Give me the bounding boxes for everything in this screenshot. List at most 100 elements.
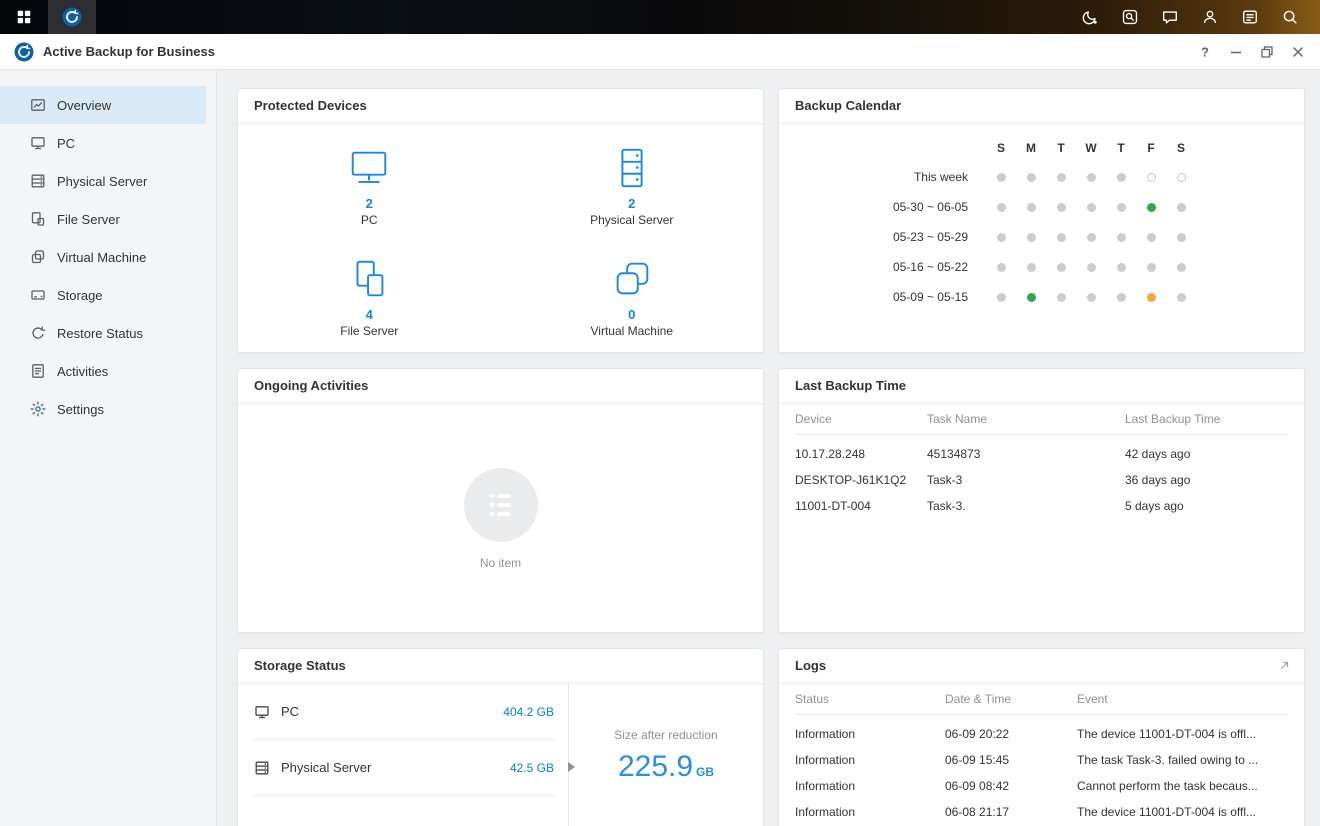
table-cell: 42 days ago <box>1125 447 1288 461</box>
user-button[interactable] <box>1190 0 1230 34</box>
calendar-week-label: This week <box>914 170 968 184</box>
storage-size-link[interactable]: 42.5 GB <box>510 761 554 775</box>
calendar-week-label: 05-30 ~ 06-05 <box>893 200 968 214</box>
widgets-icon <box>1241 8 1259 26</box>
table-cell: The device 11001-DT-004 is offl... <box>1077 805 1288 819</box>
backup-dot-gray <box>1117 293 1126 302</box>
sidebar-item-storage[interactable]: Storage <box>0 276 206 314</box>
table-row[interactable]: 11001-DT-004Task-3.5 days ago <box>795 493 1288 519</box>
sidebar-item-pc[interactable]: PC <box>0 124 206 162</box>
calendar-dot-cell <box>1166 263 1196 272</box>
table-row[interactable]: Information06-09 20:22The device 11001-D… <box>795 721 1288 747</box>
device-count: 2 <box>366 196 373 211</box>
calendar-dot-cell <box>1076 233 1106 242</box>
window-titlebar: Active Backup for Business ? <box>0 34 1320 70</box>
calendar-dot-cell <box>1136 293 1166 302</box>
calendar-dot-cell <box>1166 233 1196 242</box>
sidebar-item-virtual-machine[interactable]: Virtual Machine <box>0 238 206 276</box>
device-tile-virtual-machine[interactable]: 0Virtual Machine <box>501 242 764 354</box>
backup-dot-gray <box>1147 233 1156 242</box>
calendar-dot-cell <box>1136 203 1166 212</box>
table-cell: 10.17.28.248 <box>795 447 927 461</box>
table-row[interactable]: 10.17.28.2484513487342 days ago <box>795 441 1288 467</box>
calendar-day-header: S <box>986 141 1016 155</box>
empty-state: No item <box>238 404 763 633</box>
main-content: Protected Devices 2PC2Physical Server4Fi… <box>217 70 1320 826</box>
taskbar-right <box>1070 0 1320 34</box>
device-tile-physical-server[interactable]: 2Physical Server <box>501 130 764 242</box>
table-cell: Information <box>795 805 945 819</box>
chat-icon <box>1161 8 1179 26</box>
table-cell: The device 11001-DT-004 is offl... <box>1077 727 1288 741</box>
column-header: Last Backup Time <box>1125 412 1288 426</box>
sidebar-item-file-server[interactable]: File Server <box>0 200 206 238</box>
backup-dot-gray <box>997 173 1006 182</box>
window-controls: ? <box>1182 44 1306 60</box>
search-button[interactable] <box>1270 0 1310 34</box>
open-logs-icon[interactable] <box>1277 659 1291 673</box>
size-after-reduction-panel: Size after reduction 225.9GB <box>568 684 763 826</box>
table-row[interactable]: Information06-09 15:45The task Task-3. f… <box>795 747 1288 773</box>
table-cell: Information <box>795 779 945 793</box>
logs-card: Logs StatusDate & TimeEvent Information0… <box>778 648 1305 826</box>
table-cell: 45134873 <box>927 447 1125 461</box>
chat-button[interactable] <box>1150 0 1190 34</box>
search-window-button[interactable] <box>1110 0 1150 34</box>
storage-row-pc[interactable]: PC404.2 GB <box>254 684 554 740</box>
table-row[interactable]: Information06-08 21:17The device 11001-D… <box>795 799 1288 825</box>
main-menu-button[interactable] <box>0 0 48 34</box>
pc-icon <box>254 704 270 720</box>
calendar-dot-cell <box>1136 173 1166 182</box>
sidebar-item-overview[interactable]: Overview <box>0 86 206 124</box>
calendar-dot-cell <box>986 173 1016 182</box>
calendar-week-row: 05-30 ~ 06-05 <box>779 192 1304 222</box>
sidebar-item-label: Restore Status <box>57 326 143 341</box>
sidebar-item-restore-status[interactable]: Restore Status <box>0 314 206 352</box>
calendar-day-header-row: SMTWTFS <box>779 134 1304 162</box>
backup-dot-gray <box>997 263 1006 272</box>
device-count: 0 <box>628 307 635 322</box>
help-button[interactable]: ? <box>1197 44 1213 60</box>
table-cell: Information <box>795 753 945 767</box>
backup-dot-gray <box>1087 233 1096 242</box>
file-server-icon <box>30 211 46 227</box>
device-tile-pc[interactable]: 2 PC <box>238 130 501 242</box>
maximize-button[interactable] <box>1259 44 1275 60</box>
storage-row-physical-server[interactable]: Physical Server42.5 GB <box>254 740 554 796</box>
notifications-button[interactable] <box>1070 0 1110 34</box>
table-row[interactable]: DESKTOP-J61K1Q2Task-336 days ago <box>795 467 1288 493</box>
calendar-dot-cell <box>1076 293 1106 302</box>
sidebar-item-label: Storage <box>57 288 103 303</box>
ongoing-activities-card: Ongoing Activities No item <box>237 368 764 633</box>
calendar-dot-cell <box>986 293 1016 302</box>
column-header: Device <box>795 412 927 426</box>
device-tile-file-server[interactable]: 4File Server <box>238 242 501 354</box>
backup-calendar-card: Backup Calendar SMTWTFS This week05-30 ~… <box>778 88 1305 353</box>
minimize-button[interactable] <box>1228 44 1244 60</box>
widgets-button[interactable] <box>1230 0 1270 34</box>
backup-dot-empty <box>1147 173 1156 182</box>
taskbar-active-backup-button[interactable] <box>48 0 96 34</box>
sidebar-item-physical-server[interactable]: Physical Server <box>0 162 206 200</box>
calendar-day-header: F <box>1136 141 1166 155</box>
calendar-week-dots <box>986 233 1196 242</box>
sidebar-item-activities[interactable]: Activities <box>0 352 206 390</box>
backup-dot-gray <box>1087 203 1096 212</box>
close-button[interactable] <box>1290 44 1306 60</box>
active-backup-app-icon <box>14 42 34 62</box>
storage-size-link[interactable]: 404.2 GB <box>503 705 554 719</box>
protected-devices-card: Protected Devices 2PC2Physical Server4Fi… <box>237 88 764 353</box>
backup-dot-orange <box>1147 293 1156 302</box>
backup-dot-gray <box>1087 263 1096 272</box>
calendar-week-row: 05-16 ~ 05-22 <box>779 252 1304 282</box>
table-row[interactable]: Information06-09 08:42Cannot perform the… <box>795 773 1288 799</box>
close-icon <box>1290 44 1306 60</box>
table-cell: 36 days ago <box>1125 473 1288 487</box>
calendar-dot-cell <box>986 203 1016 212</box>
svg-text:?: ? <box>1201 44 1209 59</box>
sidebar-item-settings[interactable]: Settings <box>0 390 206 428</box>
device-label: PC <box>361 213 378 227</box>
backup-dot-empty <box>1177 173 1186 182</box>
activities-icon <box>30 363 46 379</box>
calendar-week-row: This week <box>779 162 1304 192</box>
